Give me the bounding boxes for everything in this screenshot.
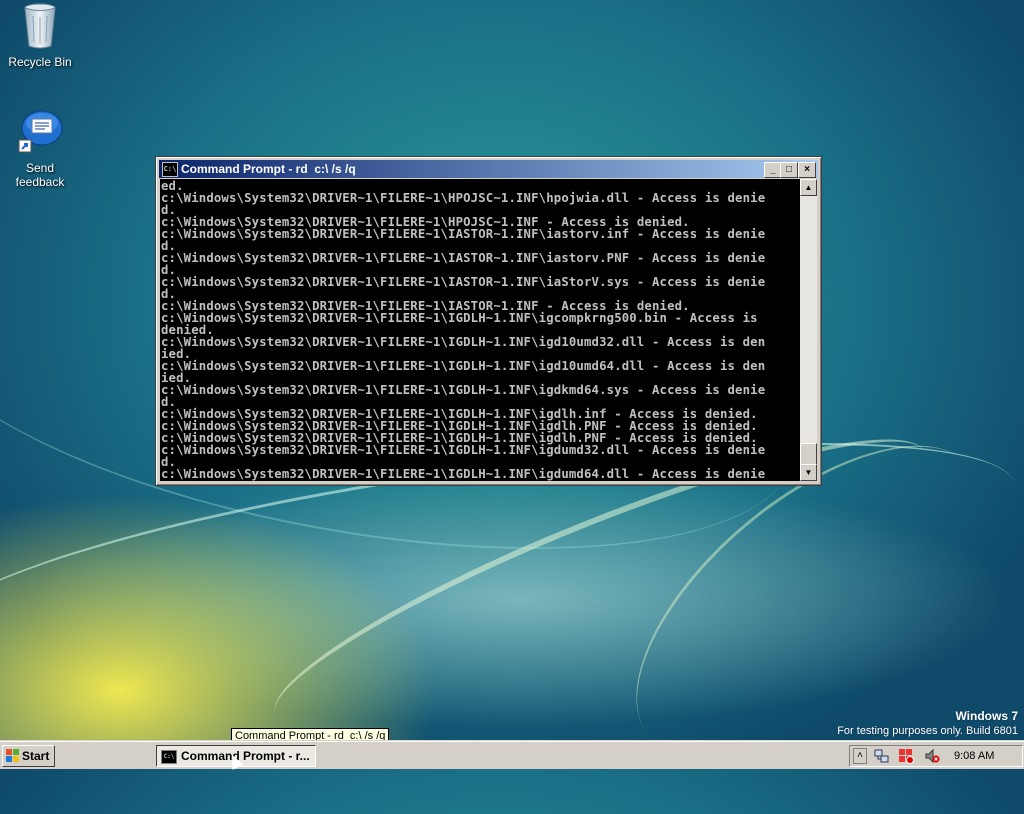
console-line: c:\Windows\System32\DRIVER~1\FILERE~1\IG… <box>161 383 766 397</box>
console-line: c:\Windows\System32\DRIVER~1\FILERE~1\IG… <box>161 359 766 373</box>
console-line: c:\Windows\System32\DRIVER~1\FILERE~1\IG… <box>161 311 758 325</box>
console-line: c:\Windows\System32\DRIVER~1\FILERE~1\HP… <box>161 191 766 205</box>
show-hidden-icons-icon[interactable]: ˄ <box>853 748 867 764</box>
console-text: ed. c:\Windows\System32\DRIVER~1\FILERE~… <box>160 179 800 480</box>
desktop-icon-label: Send feedback <box>15 161 65 189</box>
console-line: c:\Windows\System32\DRIVER~1\FILERE~1\IG… <box>161 467 766 481</box>
volume-muted-icon[interactable] <box>924 748 940 764</box>
start-label: Start <box>22 749 50 763</box>
notification-area: ˄ 9:08 AM <box>849 745 1023 767</box>
vertical-scrollbar[interactable]: ▲ ▼ <box>800 179 817 481</box>
console-line: c:\Windows\System32\DRIVER~1\FILERE~1\IA… <box>161 275 766 289</box>
taskbar: Start C:\ Command Prompt - r... ˄ 9:08 A… <box>0 741 1024 769</box>
console-line: c:\Windows\System32\DRIVER~1\FILERE~1\IA… <box>161 227 766 241</box>
windows-flag-icon <box>6 749 20 762</box>
cmd-icon: C:\ <box>161 750 177 764</box>
feedback-icon <box>18 110 63 153</box>
start-button[interactable]: Start <box>2 745 55 767</box>
security-center-icon[interactable] <box>898 748 914 764</box>
close-button[interactable]: × <box>798 162 816 178</box>
network-icon[interactable] <box>874 748 890 764</box>
desktop-icon-recycle-bin[interactable]: Recycle Bin <box>0 2 80 69</box>
window-titlebar[interactable]: C:\ Command Prompt - rd c:\ /s /q _ □ × <box>159 160 818 178</box>
command-prompt-window[interactable]: C:\ Command Prompt - rd c:\ /s /q _ □ × … <box>155 156 822 486</box>
maximize-button[interactable]: □ <box>780 162 798 178</box>
scroll-thumb[interactable] <box>800 443 817 465</box>
window-title: Command Prompt - rd c:\ /s /q <box>181 162 356 176</box>
watermark-build: For testing purposes only. Build 6801 <box>837 725 1018 737</box>
console-line: c:\Windows\System32\DRIVER~1\FILERE~1\IG… <box>161 335 766 349</box>
console-line: c:\Windows\System32\DRIVER~1\FILERE~1\IA… <box>161 251 766 265</box>
clock[interactable]: 9:08 AM <box>954 746 994 766</box>
console-output[interactable]: ed. c:\Windows\System32\DRIVER~1\FILERE~… <box>160 179 800 481</box>
cmd-icon: C:\ <box>162 162 178 177</box>
console-line: c:\Windows\System32\DRIVER~1\FILERE~1\IG… <box>161 443 766 457</box>
watermark-title: Windows 7 <box>955 709 1018 723</box>
desktop-icon-send-feedback[interactable]: Send feedback <box>0 108 80 189</box>
recycle-bin-icon <box>24 3 56 49</box>
scroll-up-arrow-icon[interactable]: ▲ <box>800 179 817 196</box>
desktop-icon-label: Recycle Bin <box>8 55 72 69</box>
taskbar-button-label: Command Prompt - r... <box>181 749 310 763</box>
scroll-down-arrow-icon[interactable]: ▼ <box>800 464 817 481</box>
